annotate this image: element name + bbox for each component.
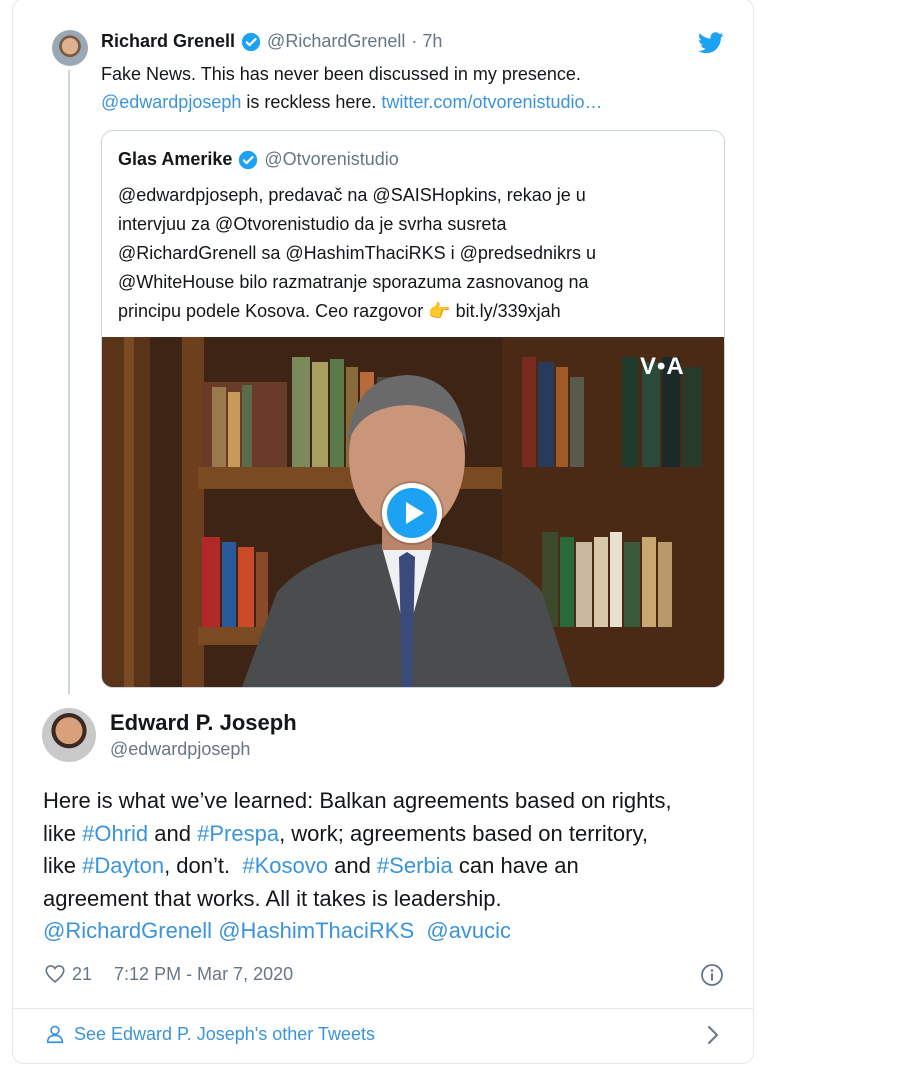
tweet-meta: 21 7:12 PM - Mar 7, 2020: [44, 963, 293, 985]
quoted-tweet-text: @edwardpjoseph, predavač na @SAISHopkins…: [118, 181, 708, 326]
verified-badge-icon: [241, 32, 261, 51]
parent-tweet-time[interactable]: · 7h: [411, 31, 442, 52]
richard-grenell-avatar[interactable]: [52, 30, 88, 66]
edward-joseph-avatar[interactable]: [42, 708, 96, 762]
mention-avucic[interactable]: @avucic: [426, 918, 511, 943]
heart-icon[interactable]: [44, 963, 66, 985]
twitter-bird-icon[interactable]: [698, 32, 724, 54]
mention-link[interactable]: @edwardpjoseph: [101, 92, 241, 112]
chevron-right-icon[interactable]: [704, 1024, 722, 1046]
parent-tweet-line1: Fake News. This has never been discussed…: [101, 64, 581, 84]
main-tweet-text: Here is what we’ve learned: Balkan agree…: [43, 785, 743, 948]
video-player[interactable]: V•A: [102, 337, 724, 687]
text-span: and: [148, 820, 198, 846]
quoted-line: principu podele Kosova. Ceo razgovor 👉 b…: [118, 297, 708, 326]
mention-hashimthacirks[interactable]: @HashimThaciRKS: [218, 918, 414, 943]
text-line: agreement that works. All it takes is le…: [43, 885, 502, 911]
text-line: like #Ohrid and #Prespa, work; agreement…: [43, 818, 743, 851]
see-other-tweets-link[interactable]: See Edward P. Joseph's other Tweets: [44, 1023, 375, 1045]
hashtag-serbia[interactable]: #Serbia: [377, 853, 453, 878]
text-span: and: [327, 853, 377, 878]
thread-connector: [68, 70, 70, 694]
voa-logo: V•A: [640, 353, 685, 380]
main-author-name[interactable]: Edward P. Joseph: [110, 710, 297, 736]
tweet-timestamp[interactable]: 7:12 PM - Mar 7, 2020: [114, 964, 293, 985]
text-line: like #Dayton, don’t. #Kosovo and #Serbia…: [43, 850, 743, 883]
like-count[interactable]: 21: [72, 964, 92, 985]
quoted-line: @edwardpjoseph, predavač na @SAISHopkins…: [118, 185, 586, 205]
pointing-hand-emoji: 👉: [428, 301, 451, 321]
text-span: can have an: [452, 853, 579, 878]
text-span: , work; agreements based on territory,: [279, 820, 648, 846]
quoted-author-name: Glas Amerike: [118, 149, 233, 169]
hashtag-kosovo[interactable]: #Kosovo: [242, 853, 328, 878]
quoted-author-handle: @Otvorenistudio: [264, 149, 399, 169]
parent-author-name[interactable]: Richard Grenell: [101, 31, 235, 52]
quoted-tweet-card[interactable]: Glas Amerike @Otvorenistudio @edwardpjos…: [101, 130, 725, 688]
text-line: Here is what we’ve learned: Balkan agree…: [43, 788, 672, 813]
short-link: bit.ly/339xjah: [450, 301, 561, 321]
hashtag-prespa[interactable]: #Prespa: [197, 821, 279, 846]
quoted-url-link[interactable]: twitter.com/otvorenistudio…: [381, 92, 602, 112]
parent-author-handle[interactable]: @RichardGrenell: [267, 31, 405, 52]
text-span: like: [43, 853, 83, 878]
hashtag-dayton[interactable]: #Dayton: [82, 853, 164, 878]
parent-tweet-header: Richard Grenell @RichardGrenell · 7h: [101, 31, 442, 52]
parent-tweet-text: is reckless here.: [241, 92, 382, 112]
quoted-tweet-header: Glas Amerike @Otvorenistudio: [118, 149, 399, 170]
text-span: , don’t.: [164, 853, 243, 878]
text-span: like: [43, 820, 83, 846]
quoted-line-text: principu podele Kosova. Ceo razgovor: [118, 301, 429, 321]
mention-richardgrenell[interactable]: @RichardGrenell: [43, 918, 212, 943]
main-author-handle[interactable]: @edwardpjoseph: [110, 739, 250, 760]
verified-badge-icon: [239, 150, 258, 169]
info-icon[interactable]: [700, 963, 724, 987]
quoted-line: intervjuu za @Otvorenistudio da je svrha…: [118, 214, 507, 234]
quoted-line: @RichardGrenell sa @HashimThaciRKS i @pr…: [118, 243, 596, 263]
parent-tweet-line2: @edwardpjoseph is reckless here. twitter…: [101, 88, 603, 116]
hashtag-ohrid[interactable]: #Ohrid: [82, 821, 148, 846]
see-other-tweets-label: See Edward P. Joseph's other Tweets: [74, 1023, 375, 1044]
quoted-line: @WhiteHouse bilo razmatranje sporazuma z…: [118, 272, 589, 292]
play-icon: [387, 488, 437, 538]
text-line: @RichardGrenell @HashimThaciRKS @avucic: [43, 915, 743, 948]
footer-divider: [12, 1008, 754, 1009]
play-button[interactable]: [382, 483, 442, 543]
person-icon: [46, 1025, 64, 1044]
